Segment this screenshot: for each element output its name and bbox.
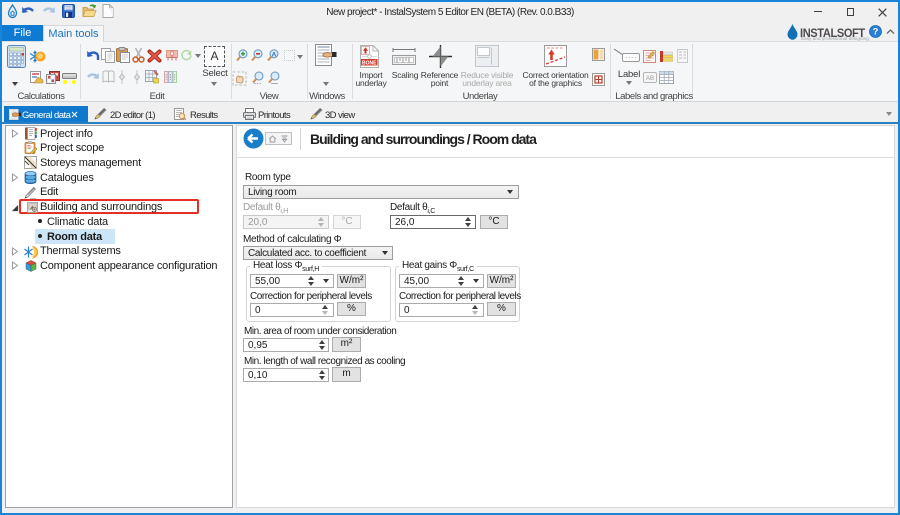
svg-text:A: A bbox=[272, 51, 277, 58]
svg-text:BONE: BONE bbox=[362, 60, 377, 66]
svg-text:AB: AB bbox=[646, 76, 654, 82]
